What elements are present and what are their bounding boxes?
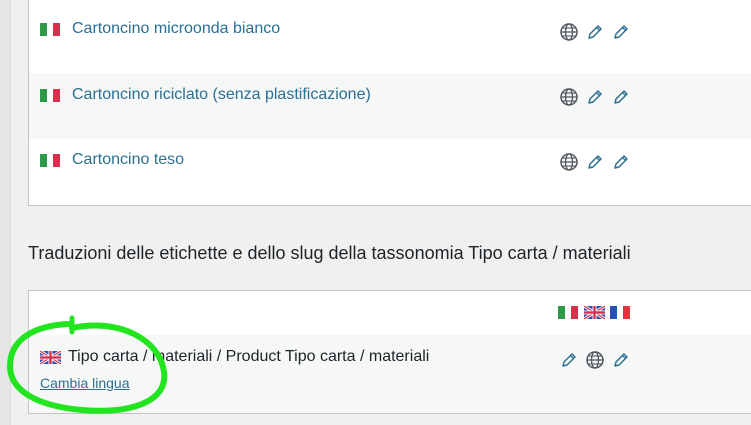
globe-icon[interactable] — [559, 152, 579, 172]
taxonomy-translations-table: Tipo carta / materiali / Product Tipo ca… — [28, 290, 751, 414]
taxonomy-label: Tipo carta / materiali / Product Tipo ca… — [68, 348, 430, 365]
italy-flag-icon — [40, 23, 61, 36]
france-flag-icon — [610, 306, 631, 319]
uk-flag-icon — [39, 349, 62, 366]
term-link[interactable]: Cartoncino microonda bianco — [72, 20, 280, 38]
uk-flag-icon — [583, 304, 606, 321]
change-language-link[interactable]: Cambia lingua — [40, 375, 130, 391]
italy-flag-icon — [40, 154, 61, 167]
italy-flag-icon — [558, 306, 579, 319]
section-heading: Traduzioni delle etichette e dello slug … — [28, 243, 631, 263]
globe-icon[interactable] — [559, 22, 579, 42]
pencil-icon[interactable] — [585, 87, 605, 107]
terms-table: Cartoncino microonda bianco Cartoncino r… — [28, 0, 751, 206]
term-link[interactable]: Cartoncino riciclato (senza plastificazi… — [72, 86, 371, 104]
globe-icon[interactable] — [585, 350, 605, 370]
italy-flag-icon — [40, 89, 61, 102]
taxonomy-row: Tipo carta / materiali / Product Tipo ca… — [29, 335, 751, 413]
pencil-icon[interactable] — [585, 22, 605, 42]
term-row: Cartoncino teso — [29, 139, 751, 205]
pencil-icon[interactable] — [611, 350, 631, 370]
term-link[interactable]: Cartoncino teso — [72, 151, 184, 169]
pencil-icon[interactable] — [559, 350, 579, 370]
pencil-icon[interactable] — [611, 87, 631, 107]
pencil-icon[interactable] — [611, 22, 631, 42]
pencil-icon[interactable] — [611, 152, 631, 172]
term-row: Cartoncino microonda bianco — [29, 0, 751, 66]
language-columns-header — [29, 291, 751, 336]
term-row: Cartoncino riciclato (senza plastificazi… — [29, 73, 751, 139]
admin-sidebar-edge — [0, 0, 11, 425]
pencil-icon[interactable] — [585, 152, 605, 172]
globe-icon[interactable] — [559, 87, 579, 107]
